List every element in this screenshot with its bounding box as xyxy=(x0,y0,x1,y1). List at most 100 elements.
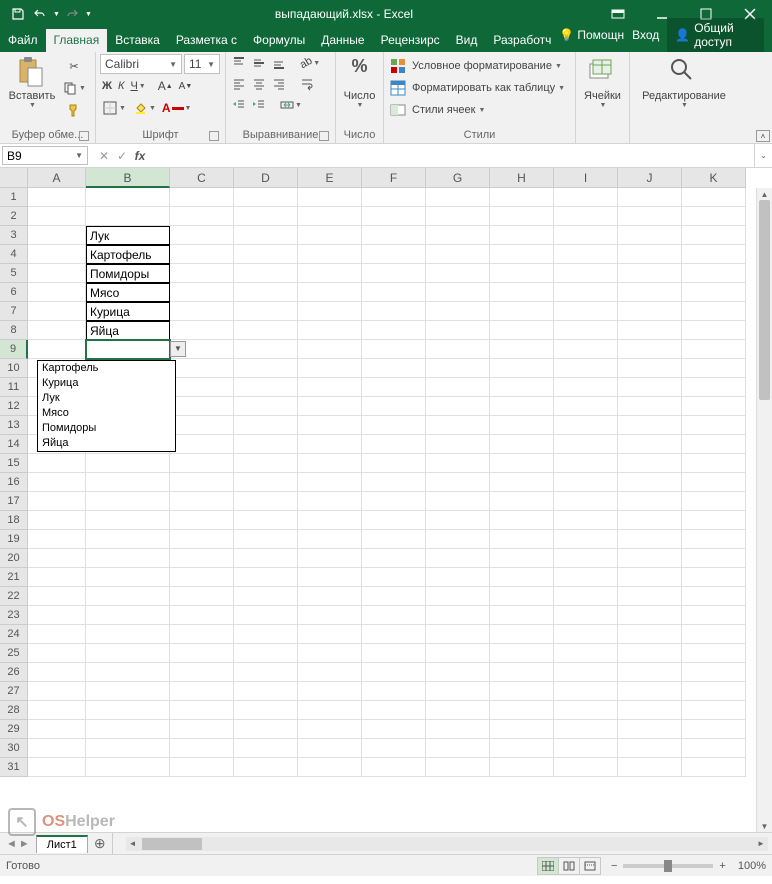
cell-H28[interactable] xyxy=(490,701,554,720)
cell-E23[interactable] xyxy=(298,606,362,625)
cell-F24[interactable] xyxy=(362,625,426,644)
align-bottom-button[interactable] xyxy=(270,54,288,72)
cell-K15[interactable] xyxy=(682,454,746,473)
cell-E18[interactable] xyxy=(298,511,362,530)
cell-C27[interactable] xyxy=(170,682,234,701)
row-header-12[interactable]: 12 xyxy=(0,397,28,416)
cell-I1[interactable] xyxy=(554,188,618,207)
cell-J9[interactable] xyxy=(618,340,682,359)
editing-button[interactable]: Редактирование▼ xyxy=(634,54,734,111)
cell-J26[interactable] xyxy=(618,663,682,682)
cell-A30[interactable] xyxy=(28,739,86,758)
cell-G24[interactable] xyxy=(426,625,490,644)
cell-I14[interactable] xyxy=(554,435,618,454)
cell-C12[interactable] xyxy=(170,397,234,416)
cell-D11[interactable] xyxy=(234,378,298,397)
cell-J29[interactable] xyxy=(618,720,682,739)
underline-button[interactable]: Ч▼ xyxy=(128,78,147,94)
cell-F30[interactable] xyxy=(362,739,426,758)
cell-H29[interactable] xyxy=(490,720,554,739)
cell-D12[interactable] xyxy=(234,397,298,416)
cell-A17[interactable] xyxy=(28,492,86,511)
cell-I10[interactable] xyxy=(554,359,618,378)
scroll-down-arrow[interactable]: ▼ xyxy=(757,820,772,832)
cell-K29[interactable] xyxy=(682,720,746,739)
cell-C7[interactable] xyxy=(170,302,234,321)
cell-I16[interactable] xyxy=(554,473,618,492)
zoom-in-button[interactable]: + xyxy=(719,860,725,872)
cell-H17[interactable] xyxy=(490,492,554,511)
cell-H31[interactable] xyxy=(490,758,554,777)
bold-button[interactable]: Ж xyxy=(100,78,114,94)
cell-I31[interactable] xyxy=(554,758,618,777)
cell-B30[interactable] xyxy=(86,739,170,758)
row-header-8[interactable]: 8 xyxy=(0,321,28,340)
cell-K26[interactable] xyxy=(682,663,746,682)
cell-H6[interactable] xyxy=(490,283,554,302)
cell-D2[interactable] xyxy=(234,207,298,226)
cell-G7[interactable] xyxy=(426,302,490,321)
cell-A27[interactable] xyxy=(28,682,86,701)
cell-C6[interactable] xyxy=(170,283,234,302)
cell-C31[interactable] xyxy=(170,758,234,777)
tab-вид[interactable]: Вид xyxy=(448,29,486,52)
cell-F9[interactable] xyxy=(362,340,426,359)
cell-J13[interactable] xyxy=(618,416,682,435)
align-right-button[interactable] xyxy=(270,75,288,93)
dropdown-option[interactable]: Помидоры xyxy=(38,421,175,436)
cell-D28[interactable] xyxy=(234,701,298,720)
row-header-17[interactable]: 17 xyxy=(0,492,28,511)
zoom-out-button[interactable]: − xyxy=(611,860,617,872)
cell-G20[interactable] xyxy=(426,549,490,568)
cell-B7[interactable]: Курица xyxy=(86,302,170,321)
copy-button[interactable]: ▼ xyxy=(60,78,88,98)
expand-formula-bar-button[interactable]: ⌄ xyxy=(754,144,772,167)
cell-F12[interactable] xyxy=(362,397,426,416)
cell-I19[interactable] xyxy=(554,530,618,549)
cell-I17[interactable] xyxy=(554,492,618,511)
scroll-thumb-h[interactable] xyxy=(142,838,202,850)
row-header-27[interactable]: 27 xyxy=(0,682,28,701)
vertical-scrollbar[interactable]: ▲ ▼ xyxy=(756,188,772,832)
cell-E7[interactable] xyxy=(298,302,362,321)
cell-C3[interactable] xyxy=(170,226,234,245)
cell-K6[interactable] xyxy=(682,283,746,302)
cell-G1[interactable] xyxy=(426,188,490,207)
cell-G30[interactable] xyxy=(426,739,490,758)
row-header-10[interactable]: 10 xyxy=(0,359,28,378)
cell-D16[interactable] xyxy=(234,473,298,492)
cell-H5[interactable] xyxy=(490,264,554,283)
cell-A5[interactable] xyxy=(28,264,86,283)
cell-D20[interactable] xyxy=(234,549,298,568)
row-header-18[interactable]: 18 xyxy=(0,511,28,530)
cell-D8[interactable] xyxy=(234,321,298,340)
tab-данные[interactable]: Данные xyxy=(313,29,372,52)
cell-H13[interactable] xyxy=(490,416,554,435)
cell-K16[interactable] xyxy=(682,473,746,492)
col-header-F[interactable]: F xyxy=(362,168,426,188)
row-header-24[interactable]: 24 xyxy=(0,625,28,644)
zoom-level[interactable]: 100% xyxy=(738,860,766,872)
cell-H24[interactable] xyxy=(490,625,554,644)
align-top-button[interactable] xyxy=(230,54,248,72)
cell-K7[interactable] xyxy=(682,302,746,321)
cell-D29[interactable] xyxy=(234,720,298,739)
row-header-15[interactable]: 15 xyxy=(0,454,28,473)
clipboard-dialog-launcher[interactable] xyxy=(79,131,89,141)
orientation-button[interactable]: ab▼ xyxy=(298,55,322,71)
row-header-31[interactable]: 31 xyxy=(0,758,28,777)
cell-C2[interactable] xyxy=(170,207,234,226)
cell-F8[interactable] xyxy=(362,321,426,340)
paste-button[interactable]: Вставить▼ xyxy=(4,54,60,111)
cell-H8[interactable] xyxy=(490,321,554,340)
cell-A21[interactable] xyxy=(28,568,86,587)
signin-button[interactable]: Вход xyxy=(632,28,659,42)
cell-K28[interactable] xyxy=(682,701,746,720)
cell-K23[interactable] xyxy=(682,606,746,625)
cell-B29[interactable] xyxy=(86,720,170,739)
col-header-G[interactable]: G xyxy=(426,168,490,188)
cell-G13[interactable] xyxy=(426,416,490,435)
cell-C18[interactable] xyxy=(170,511,234,530)
cell-H14[interactable] xyxy=(490,435,554,454)
cell-G21[interactable] xyxy=(426,568,490,587)
